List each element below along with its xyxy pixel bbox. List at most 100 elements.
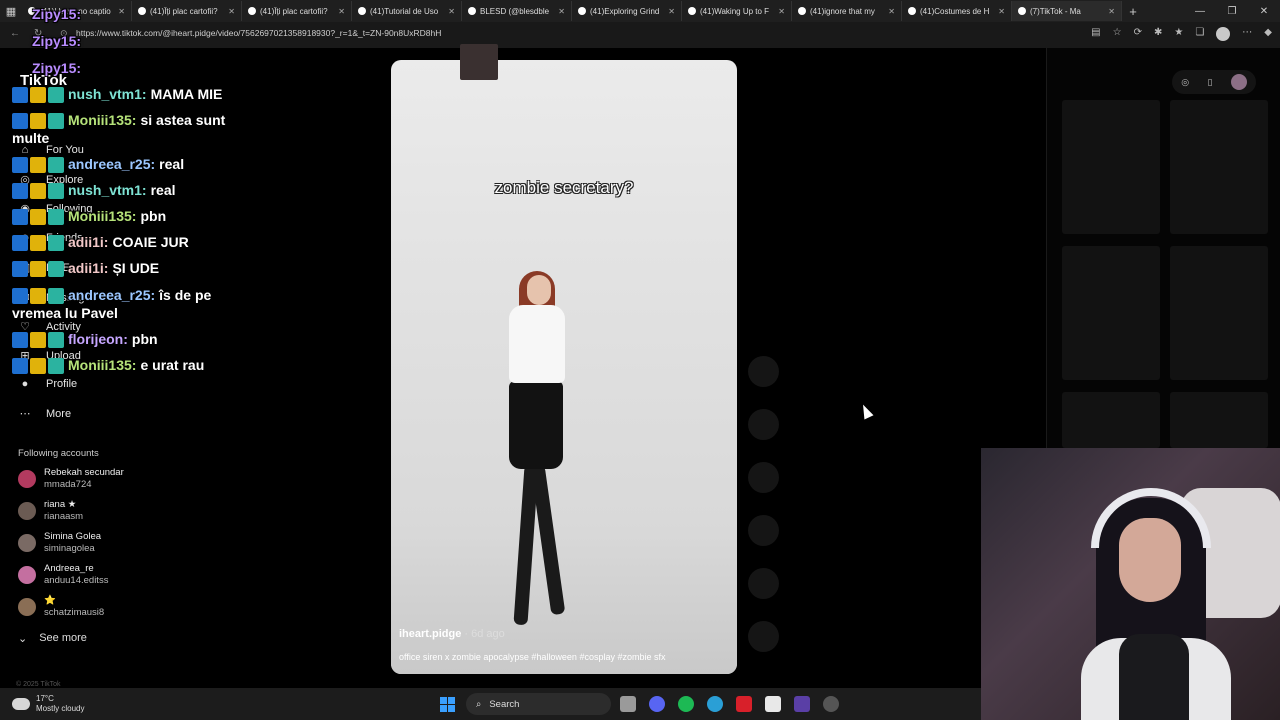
like-button[interactable] xyxy=(748,356,779,387)
favorites-icon[interactable]: ★ xyxy=(1174,27,1183,41)
close-tab-icon[interactable]: ✕ xyxy=(558,7,565,16)
bookmark-button[interactable] xyxy=(748,462,779,493)
edge-icon[interactable] xyxy=(707,696,723,712)
browser-tab[interactable]: (41)Tutorial de Uso ✕ xyxy=(352,1,462,21)
new-tab-button[interactable]: + xyxy=(1122,4,1144,19)
chat-text: real xyxy=(159,156,185,172)
chat-username: nush_vtm1: xyxy=(68,86,147,102)
browser-tab[interactable]: BLESD (@blesdble ✕ xyxy=(462,1,572,21)
following-account[interactable]: Rebekah secundar mmada724 xyxy=(18,467,124,491)
reader-mode-icon[interactable]: ▤ xyxy=(1091,27,1100,41)
suggested-thumbnail[interactable] xyxy=(1170,392,1268,448)
suggested-thumbnail[interactable] xyxy=(1062,392,1160,448)
following-account[interactable]: riana ★ rianaasm xyxy=(18,499,83,523)
close-tab-icon[interactable]: ✕ xyxy=(998,7,1005,16)
close-tab-icon[interactable]: ✕ xyxy=(1108,7,1115,16)
sidebar-item-live[interactable]: ▣ LIVE xyxy=(18,261,70,275)
browser-tab[interactable]: (41)Îți plac cartofii? ✕ xyxy=(242,1,352,21)
tab-title: (41)Exploring Grind xyxy=(590,6,660,16)
following-account[interactable]: Andreea_re anduu14.editss xyxy=(18,563,108,587)
start-button[interactable] xyxy=(440,697,455,712)
video-username[interactable]: iheart.pidge xyxy=(399,628,461,640)
taskbar-search[interactable]: ⌕ Search xyxy=(466,693,611,715)
account-handle: rianaasm xyxy=(44,511,84,522)
sound-button[interactable] xyxy=(748,621,779,652)
video-player[interactable]: zombie secretary? iheart.pidge · 6d ago … xyxy=(391,60,737,674)
sidebar-item-explore[interactable]: ◎ Explore xyxy=(18,173,83,187)
minimize-icon[interactable]: — xyxy=(1184,0,1216,22)
browser-tab[interactable]: (41)Costumes de H ✕ xyxy=(902,1,1012,21)
menu-icon[interactable]: ⋯ xyxy=(1242,27,1252,41)
sidebar-item-profile[interactable]: ● Profile xyxy=(18,378,78,390)
chat-text: real xyxy=(150,182,176,198)
suggested-thumbnail[interactable] xyxy=(1062,246,1160,380)
sidebar-item-activity[interactable]: ♡ Activity xyxy=(18,320,81,334)
user-avatar[interactable] xyxy=(1230,74,1247,90)
chat-badge-icon xyxy=(12,87,28,104)
tiktok-favicon-icon xyxy=(798,7,806,15)
extensions-icon[interactable]: ✱ xyxy=(1154,27,1162,41)
browser-tab[interactable]: (41)Îți plac cartofii? ✕ xyxy=(132,1,242,21)
app-icon[interactable] xyxy=(736,696,752,712)
sidebar-item-more[interactable]: ⋯ More xyxy=(18,407,72,421)
tiktok-favicon-icon xyxy=(248,7,256,15)
browser-tab[interactable]: (41)ignore that my ✕ xyxy=(792,1,902,21)
browser-tab[interactable]: (41)Exploring Grind ✕ xyxy=(572,1,682,21)
sidebar-item-messages[interactable]: ✉ Messages xyxy=(18,291,96,305)
video-description: office siren x zombie apocalypse #hallow… xyxy=(399,652,666,662)
collections-icon[interactable]: ❏ xyxy=(1195,27,1204,41)
notepad-icon[interactable] xyxy=(765,696,781,712)
sidebar-item-following[interactable]: ◉ Following xyxy=(18,202,92,216)
top-right-actions: ◎ ▯ xyxy=(1172,70,1256,94)
browser-tab[interactable]: (7)TikTok - Ma ✕ xyxy=(1012,1,1122,21)
copilot-icon[interactable]: ◆ xyxy=(1264,27,1272,41)
following-account[interactable]: ⭐ schatzimausi8 xyxy=(18,595,104,619)
close-tab-icon[interactable]: ✕ xyxy=(338,7,345,16)
obs-icon[interactable] xyxy=(794,696,810,712)
see-more-button[interactable]: ⌄ See more xyxy=(18,632,87,645)
suggested-thumbnail[interactable] xyxy=(1170,246,1268,380)
reload-icon[interactable]: ↻ xyxy=(34,28,42,39)
tab-actions-icon[interactable]: ▦ xyxy=(0,0,22,22)
browser-tab[interactable]: (41)I have no captio ✕ xyxy=(22,1,132,21)
coins-icon[interactable]: ◎ xyxy=(1181,77,1189,88)
profile-avatar[interactable] xyxy=(1216,27,1231,41)
device-icon[interactable]: ▯ xyxy=(1207,77,1212,88)
tiktok-logo[interactable]: TikTok xyxy=(20,72,67,89)
video-author[interactable]: iheart.pidge · 6d ago xyxy=(399,628,505,640)
chat-badge-icon xyxy=(30,113,46,130)
file-explorer-icon[interactable] xyxy=(620,696,636,712)
close-tab-icon[interactable]: ✕ xyxy=(778,7,785,16)
close-tab-icon[interactable]: ✕ xyxy=(228,7,235,16)
url-field[interactable]: https://www.tiktok.com/@iheart.pidge/vid… xyxy=(76,28,441,38)
following-account[interactable]: Simina Golea siminagolea xyxy=(18,531,101,555)
browser-tab[interactable]: (41)Waking Up to F ✕ xyxy=(682,1,792,21)
maximize-icon[interactable]: ❐ xyxy=(1216,0,1248,22)
refresh-icon[interactable]: ⟳ xyxy=(1134,27,1142,41)
close-window-icon[interactable]: ✕ xyxy=(1248,0,1280,22)
sidebar-item-label: LIVE xyxy=(46,261,70,274)
sidebar-item-friends[interactable]: ☺ Friends xyxy=(18,232,82,244)
favorite-star-icon[interactable]: ☆ xyxy=(1113,27,1122,41)
tab-title: (41)I have no captio xyxy=(40,6,111,16)
suggested-thumbnail[interactable] xyxy=(1062,100,1160,234)
sidebar-item-upload[interactable]: ⊞ Upload xyxy=(18,349,80,363)
suggested-thumbnail[interactable] xyxy=(1170,100,1268,234)
share-button[interactable] xyxy=(748,515,779,546)
close-tab-icon[interactable]: ✕ xyxy=(448,7,455,16)
weather-widget[interactable]: 17°C Mostly cloudy xyxy=(12,694,84,714)
site-info-icon[interactable]: ⊙ xyxy=(60,28,68,39)
discord-icon[interactable] xyxy=(649,696,665,712)
repost-button[interactable] xyxy=(748,568,779,599)
tab-title: BLESD (@blesdble xyxy=(480,6,550,16)
sidebar-item-for-you[interactable]: ⌂ For You xyxy=(18,144,84,156)
chat-badge-icon xyxy=(12,332,28,349)
settings-icon[interactable] xyxy=(823,696,839,712)
close-tab-icon[interactable]: ✕ xyxy=(668,7,675,16)
comment-button[interactable] xyxy=(748,409,779,440)
spotify-icon[interactable] xyxy=(678,696,694,712)
close-tab-icon[interactable]: ✕ xyxy=(888,7,895,16)
close-tab-icon[interactable]: ✕ xyxy=(118,7,125,16)
account-name: Simina Golea xyxy=(44,531,102,542)
back-icon[interactable]: ← xyxy=(10,28,20,39)
